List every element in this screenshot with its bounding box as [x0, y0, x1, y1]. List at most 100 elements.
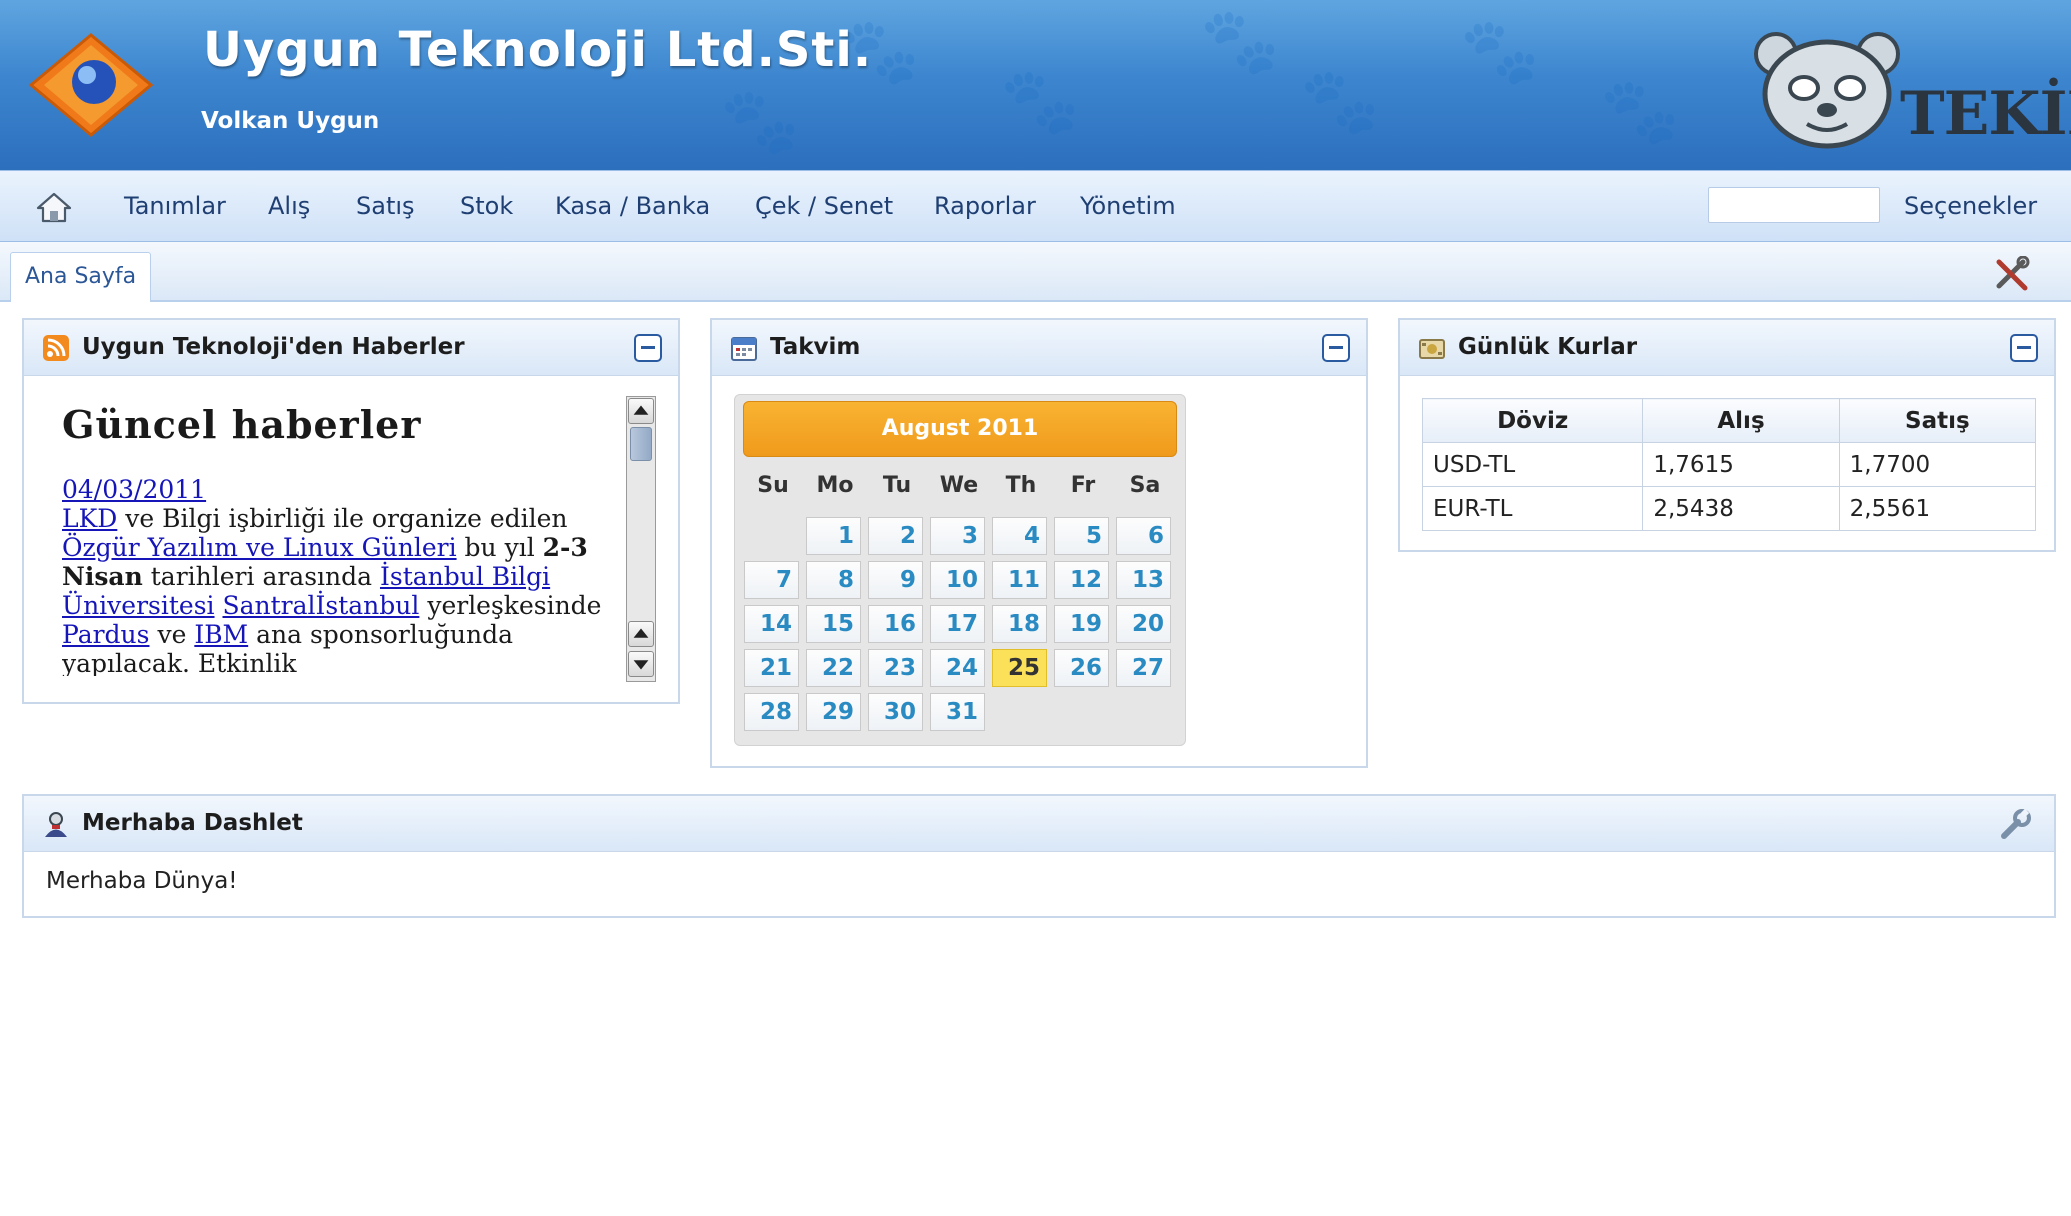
hello-text: Merhaba Dünya!	[46, 868, 238, 894]
scroll-up-button[interactable]	[628, 621, 654, 647]
menu-yonetim[interactable]: Yönetim	[1080, 192, 1176, 220]
news-link-lkd[interactable]: LKD	[62, 504, 117, 533]
calendar-day[interactable]: 29	[806, 693, 861, 731]
search-input[interactable]	[1708, 187, 1880, 223]
rates-table: Döviz Alış Satış USD-TL 1,7615 1,7700 EU…	[1421, 398, 2037, 531]
calendar-day[interactable]: 13	[1116, 561, 1171, 599]
calendar-day[interactable]: 1	[806, 517, 861, 555]
calendar-empty-cell	[1116, 693, 1171, 731]
calendar-day[interactable]: 3	[930, 517, 985, 555]
calendar-day[interactable]: 10	[930, 561, 985, 599]
calendar-day-today[interactable]: 25	[992, 649, 1047, 687]
hello-dashlet: Merhaba Dashlet Merhaba Dünya!	[22, 794, 2056, 918]
calendar-day[interactable]: 7	[744, 561, 799, 599]
calendar-day[interactable]: 19	[1054, 605, 1109, 643]
news-text: 04/03/2011 LKD ve Bilgi işbirliği ile or…	[62, 475, 640, 676]
calendar-month-label: August 2011	[743, 401, 1177, 457]
hello-dashlet-header: Merhaba Dashlet	[24, 796, 2054, 852]
tools-icon[interactable]	[1993, 256, 2031, 292]
calendar-day[interactable]: 24	[930, 649, 985, 687]
calendar-day[interactable]: 17	[930, 605, 985, 643]
tab-ana-sayfa[interactable]: Ana Sayfa	[10, 252, 152, 302]
wrench-icon[interactable]	[1998, 808, 2032, 842]
options-menu[interactable]: Seçenekler	[1904, 192, 2037, 220]
calendar-day[interactable]: 27	[1116, 649, 1171, 687]
hello-dashlet-title: Merhaba Dashlet	[82, 810, 303, 836]
news-link-campus[interactable]: Santralİstanbul	[222, 591, 419, 620]
weekday-label: Fr	[1070, 473, 1096, 498]
calendar-day[interactable]: 11	[992, 561, 1047, 599]
column-header-satis: Satış	[1838, 398, 2037, 443]
news-collapse-button[interactable]	[634, 334, 662, 362]
calendar-day[interactable]: 5	[1054, 517, 1109, 555]
calendar-day[interactable]: 30	[868, 693, 923, 731]
calendar-day[interactable]: 20	[1116, 605, 1171, 643]
table-header-row: Döviz Alış Satış	[1421, 398, 2037, 443]
calendar-day[interactable]: 15	[806, 605, 861, 643]
column-header-alis: Alış	[1642, 398, 1840, 443]
paw-decoration: 🐾	[1200, 5, 1280, 79]
exchange-rates-dashlet: Günlük Kurlar Döviz Alış Satış USD-TL 1,…	[1398, 318, 2056, 552]
rates-collapse-button[interactable]	[2010, 334, 2038, 362]
calendar-day[interactable]: 9	[868, 561, 923, 599]
scroll-thumb[interactable]	[630, 427, 652, 461]
cat-mascot-icon	[1754, 32, 1900, 149]
rate-buy: 1,7615	[1642, 442, 1840, 487]
news-text-part: bu yıl	[456, 533, 543, 562]
news-link-pardus[interactable]: Pardus	[62, 620, 150, 649]
menu-cek-senet[interactable]: Çek / Senet	[755, 192, 893, 220]
rss-icon	[43, 335, 69, 361]
calendar-day[interactable]: 12	[1054, 561, 1109, 599]
news-heading: Güncel haberler	[62, 402, 422, 447]
news-link-ibm[interactable]: IBM	[194, 620, 248, 649]
calendar-day[interactable]: 18	[992, 605, 1047, 643]
calendar-day[interactable]: 28	[744, 693, 799, 731]
calendar-day[interactable]: 14	[744, 605, 799, 643]
rate-sell: 1,7700	[1838, 442, 2037, 487]
news-dashlet-title: Uygun Teknoloji'den Haberler	[82, 334, 465, 360]
menu-raporlar[interactable]: Raporlar	[934, 192, 1036, 220]
menu-kasa-banka[interactable]: Kasa / Banka	[555, 192, 710, 220]
currency-icon	[1419, 339, 1445, 359]
company-logo[interactable]	[26, 30, 156, 140]
column-header-doviz: Döviz	[1421, 398, 1644, 443]
calendar-day[interactable]: 26	[1054, 649, 1109, 687]
calendar-empty-cell	[1054, 693, 1109, 731]
menu-tanimlar[interactable]: Tanımlar	[124, 192, 226, 220]
calendar-day[interactable]: 2	[868, 517, 923, 555]
app-header: 🐾 🐾 🐾 🐾 🐾 🐾 🐾 Uygun Teknoloji Ltd.Sti. V…	[0, 0, 2071, 170]
brand-text: TEKİR	[1900, 79, 2071, 149]
weekday-label: Th	[1005, 473, 1037, 498]
calendar-day[interactable]: 21	[744, 649, 799, 687]
calendar-day[interactable]: 4	[992, 517, 1047, 555]
news-link-event[interactable]: Özgür Yazılım ve Linux Günleri	[62, 533, 457, 562]
news-text-part: tarihleri arasında	[142, 562, 380, 591]
calendar-day[interactable]: 16	[868, 605, 923, 643]
news-date-link[interactable]: 04/03/2011	[62, 475, 206, 504]
home-icon[interactable]	[36, 191, 72, 223]
rates-dashlet-header: Günlük Kurlar	[1400, 320, 2054, 376]
calendar-collapse-button[interactable]	[1322, 334, 1350, 362]
table-row: EUR-TL 2,5438 2,5561	[1421, 486, 2037, 531]
calendar-day[interactable]: 6	[1116, 517, 1171, 555]
paw-decoration: 🐾	[1600, 75, 1680, 149]
scroll-up-button[interactable]	[628, 398, 654, 424]
rates-dashlet-title: Günlük Kurlar	[1458, 334, 1638, 360]
calendar-day[interactable]: 8	[806, 561, 861, 599]
news-dashlet: Uygun Teknoloji'den Haberler Güncel habe…	[22, 318, 680, 704]
scroll-down-button[interactable]	[628, 651, 654, 677]
calendar-day[interactable]: 22	[806, 649, 861, 687]
user-name: Volkan Uygun	[201, 108, 380, 134]
calendar-day[interactable]: 23	[868, 649, 923, 687]
calendar-dashlet-title: Takvim	[770, 334, 861, 360]
weekday-label: Tu	[882, 473, 912, 498]
table-row: USD-TL 1,7615 1,7700	[1421, 442, 2037, 487]
rate-sell: 2,5561	[1838, 486, 2037, 531]
menu-satis[interactable]: Satış	[356, 192, 415, 220]
menu-alis[interactable]: Alış	[268, 192, 310, 220]
menu-stok[interactable]: Stok	[460, 192, 513, 220]
paw-decoration: 🐾	[720, 85, 800, 159]
calendar-day[interactable]: 31	[930, 693, 985, 731]
paw-decoration: 🐾	[1000, 65, 1080, 139]
news-scrollbar[interactable]	[626, 396, 656, 682]
